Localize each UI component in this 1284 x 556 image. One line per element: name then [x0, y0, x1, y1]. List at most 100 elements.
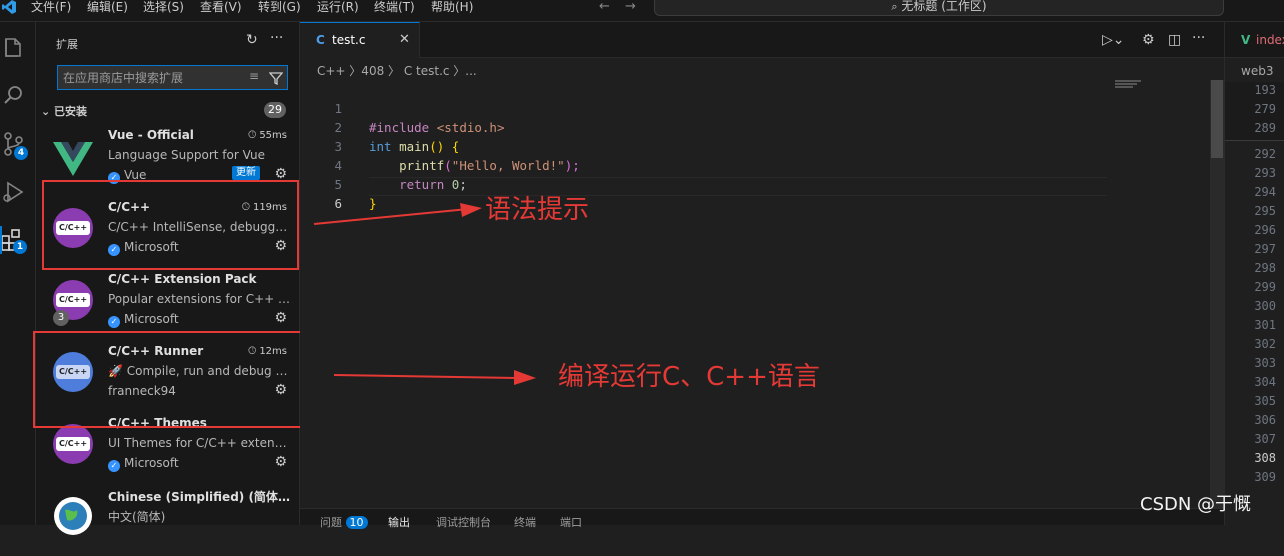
search-icon[interactable]: [0, 82, 28, 110]
line-number: 298: [1254, 261, 1276, 275]
tab-terminal[interactable]: 终端: [514, 514, 536, 530]
more-actions-icon[interactable]: ···: [1192, 30, 1205, 46]
vscode-logo-icon: [2, 0, 16, 14]
line-number: 308: [1254, 451, 1276, 465]
gear-icon[interactable]: ⚙: [1142, 32, 1155, 48]
menu-run[interactable]: 运行(R): [317, 0, 359, 14]
extension-description: Language Support for Vue: [108, 148, 265, 162]
line-number: 294: [1254, 185, 1276, 199]
activation-time: 🕓︎ 55ms: [248, 130, 287, 141]
extension-description: Popular extensions for C++ development i…: [108, 292, 290, 306]
line-number: 302: [1254, 337, 1276, 351]
tab-problems[interactable]: 问题 10: [320, 514, 368, 530]
arrow-annotation-icon: [313, 203, 482, 225]
verified-icon: ✓: [108, 316, 120, 328]
active-indicator: [0, 226, 2, 254]
tab-output[interactable]: 输出: [388, 514, 410, 530]
run-code-icon[interactable]: ▷⌄: [1102, 32, 1125, 48]
tab-debug-console[interactable]: 调试控制台: [436, 514, 491, 530]
line-number: 303: [1254, 356, 1276, 370]
tab-label: test.c: [332, 33, 366, 47]
forward-arrow-icon[interactable]: →: [625, 0, 636, 14]
gear-icon[interactable]: ⚙: [274, 310, 287, 326]
history-icon: 🕓︎: [248, 130, 257, 141]
extensions-sidebar: 扩展 ↻ ··· ≡ ⌄ 已安装 29 Vue - Official 🕓︎ 55…: [33, 22, 306, 535]
gear-icon[interactable]: ⚙: [274, 454, 287, 470]
annotation-syntax-hint: 语法提示: [485, 195, 590, 225]
command-center-label: 无标题 (工作区): [901, 0, 987, 13]
extensions-badge: 1: [13, 240, 27, 254]
editor-group: C test.c ✕ ▷⌄ ⚙ ◫ ··· C++ 〉408 〉 C test.…: [300, 22, 1224, 529]
title-bar: 文件(F) 编辑(E) 选择(S) 查看(V) 转到(G) 运行(R) 终端(T…: [0, 0, 1284, 22]
cpp-logo-icon: C/C++: [53, 424, 93, 464]
extension-name: Vue - Official: [108, 128, 194, 142]
code-line[interactable]: 6: [300, 175, 1224, 211]
verified-icon: ✓: [108, 460, 120, 472]
split-editor-icon[interactable]: ◫: [1168, 32, 1181, 48]
breadcrumb[interactable]: C++ 〉408 〉 C test.c 〉...: [317, 62, 477, 79]
line-number: 307: [1254, 432, 1276, 446]
extension-item-chinese[interactable]: Chinese (Simplified) (简体中文) Language Pac…: [36, 484, 300, 556]
tab-label: index: [1256, 33, 1284, 47]
line-number: 193: [1254, 83, 1276, 97]
refresh-icon[interactable]: ↻: [246, 32, 258, 48]
menu-edit[interactable]: 编辑(E): [87, 0, 128, 14]
installed-section-header[interactable]: ⌄ 已安装: [41, 103, 87, 119]
secondary-editor: V index web3 193 279 289 292 293 294 295…: [1224, 22, 1284, 525]
tab-test-c[interactable]: C test.c ✕: [300, 22, 420, 58]
line-number: 295: [1254, 204, 1276, 218]
installed-section-title: 已安装: [54, 105, 88, 118]
close-icon[interactable]: ✕: [399, 32, 410, 47]
extension-description: 中文(简体): [108, 510, 166, 524]
vue-file-icon: V: [1241, 33, 1251, 47]
menu-view[interactable]: 查看(V): [200, 0, 242, 14]
arrow-annotation-icon: [333, 370, 536, 385]
code-line[interactable]: 1 #include <stdio.h>: [300, 80, 1224, 135]
code-line[interactable]: 5 }: [300, 156, 1224, 211]
more-actions-icon[interactable]: ···: [270, 30, 283, 46]
extension-name: C/C++ Extension Pack: [108, 272, 257, 286]
extension-search-input[interactable]: [58, 66, 238, 89]
back-arrow-icon[interactable]: ←: [599, 0, 610, 14]
tab-bar: C test.c ✕ ▷⌄ ⚙ ◫ ···: [300, 22, 1224, 58]
extension-item-cpp-pack[interactable]: C/C++ 3 C/C++ Extension Pack Popular ext…: [36, 268, 300, 340]
line-number: 304: [1254, 375, 1276, 389]
menu-terminal[interactable]: 终端(T): [374, 0, 415, 14]
line-number: 301: [1254, 318, 1276, 332]
menu-go[interactable]: 转到(G): [258, 0, 301, 14]
breadcrumb[interactable]: web3: [1241, 64, 1273, 78]
source-control-badge: 4: [14, 146, 28, 160]
annotation-compile-run: 编译运行C、C++语言: [558, 362, 820, 392]
command-center[interactable]: ⌕ 无标题 (工作区): [654, 0, 1224, 16]
menu-help[interactable]: 帮助(H): [431, 0, 473, 14]
line-number: 292: [1254, 147, 1276, 161]
extension-name: Chinese (Simplified) (简体中文) Language Pac…: [108, 490, 290, 504]
menu-selection[interactable]: 选择(S): [143, 0, 184, 14]
code-line[interactable]: 2 int main() {: [300, 99, 1224, 154]
pack-count-badge: 3: [53, 310, 69, 326]
chevron-down-icon: ⌄: [41, 105, 55, 118]
minimap[interactable]: [1115, 80, 1145, 90]
filter-icon[interactable]: [269, 71, 283, 85]
extension-search-box: ≡: [57, 65, 288, 90]
extension-description: UI Themes for C/C++ extension.: [108, 436, 290, 450]
scrollbar-thumb[interactable]: [1211, 80, 1223, 158]
menu-file[interactable]: 文件(F): [31, 0, 71, 14]
run-debug-icon[interactable]: [0, 178, 28, 206]
vue-logo-icon: [53, 142, 93, 176]
highlight-box-runner: [33, 331, 306, 428]
explorer-icon[interactable]: [0, 34, 28, 62]
line-number: 279: [1254, 102, 1276, 116]
update-button[interactable]: 更新: [232, 166, 260, 180]
code-line[interactable]: 4 return 0;: [300, 137, 1224, 192]
line-number: 309: [1254, 470, 1276, 484]
tab-ports[interactable]: 端口: [560, 514, 582, 530]
tab-index[interactable]: V index: [1225, 22, 1284, 58]
code-line[interactable]: 3 printf("Hello, World!");: [300, 118, 1224, 173]
clear-filter-icon[interactable]: ≡: [249, 69, 259, 83]
extension-publisher: ✓ Microsoft: [108, 312, 179, 328]
line-number: 296: [1254, 223, 1276, 237]
activity-bar: 4 1: [0, 22, 36, 525]
line-number: 299: [1254, 280, 1276, 294]
line-number: 306: [1254, 413, 1276, 427]
